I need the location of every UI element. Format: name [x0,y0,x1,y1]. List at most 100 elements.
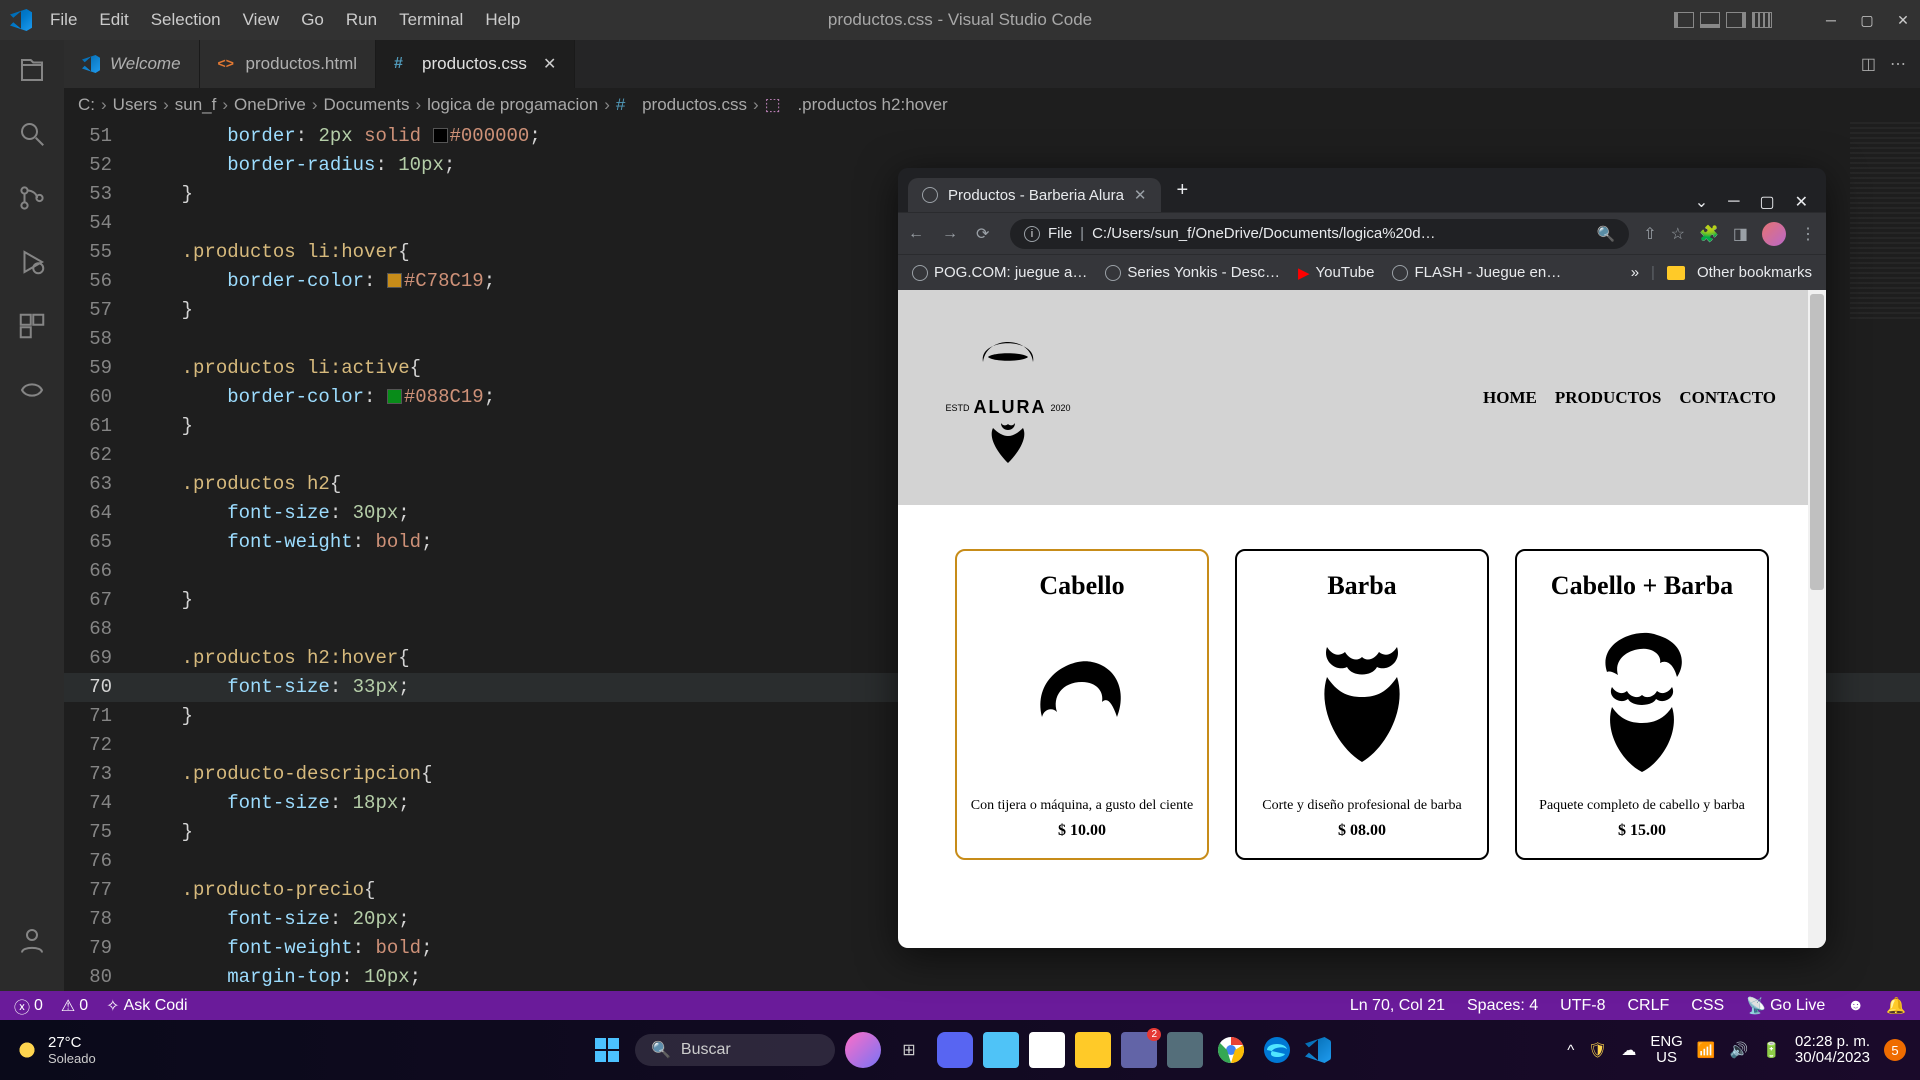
breadcrumb-part[interactable]: OneDrive [234,95,306,115]
status-errors[interactable]: ⓧ 0 [14,994,43,1018]
notepad-icon[interactable] [983,1032,1019,1068]
browser-tab[interactable]: Productos - Barberia Alura ✕ [908,178,1161,212]
page-scrollbar[interactable] [1808,290,1826,948]
bookmark-item[interactable]: FLASH - Juegue en… [1392,264,1561,281]
nav-home[interactable]: HOME [1483,388,1537,408]
bookmark-item[interactable]: POG.COM: juegue a… [912,264,1087,281]
notification-count[interactable]: 5 [1884,1039,1906,1061]
breadcrumb-part[interactable]: logica de progamacion [427,95,598,115]
volume-icon[interactable]: 🔊 [1730,1041,1749,1059]
tab-search-icon[interactable]: ⌄ [1695,192,1708,212]
new-tab-button[interactable]: + [1167,179,1199,202]
product-card[interactable]: BarbaCorte y diseño profesional de barba… [1235,549,1489,860]
breadcrumb[interactable]: C:› Users› sun_f› OneDrive› Documents› l… [64,88,1920,122]
store-icon[interactable] [1029,1032,1065,1068]
extensions-icon[interactable] [16,310,48,342]
copilot-icon[interactable] [845,1032,881,1068]
split-editor-icon[interactable]: ◫ [1861,54,1876,74]
menu-run[interactable]: Run [346,10,377,30]
terminal-icon[interactable] [1167,1032,1203,1068]
browser-close[interactable]: ✕ [1795,192,1808,212]
menu-go[interactable]: Go [301,10,324,30]
tray-security-icon[interactable]: 🛡 [1588,1041,1607,1059]
go-live[interactable]: 📡 Go Live [1746,996,1825,1016]
bookmark-item[interactable]: Series Yonkis - Desc… [1105,264,1280,281]
weather-widget[interactable]: 27°CSoleado [14,1034,96,1066]
minimize-button[interactable]: ─ [1824,13,1838,27]
bookmarks-overflow[interactable]: » [1631,264,1639,281]
bookmark-item[interactable]: ▶YouTube [1298,264,1375,282]
edge-icon[interactable] [1259,1032,1295,1068]
menu-view[interactable]: View [243,10,280,30]
menu-help[interactable]: Help [485,10,520,30]
codi-icon[interactable] [16,374,48,406]
other-bookmarks[interactable]: Other bookmarks [1697,264,1812,281]
nav-contacto[interactable]: CONTACTO [1679,388,1776,408]
site-info-icon[interactable]: i [1024,226,1040,242]
sidepanel-icon[interactable]: ◨ [1733,224,1748,244]
indent-status[interactable]: Spaces: 4 [1467,997,1538,1015]
menu-selection[interactable]: Selection [151,10,221,30]
task-view-icon[interactable]: ⊞ [891,1032,927,1068]
search-icon[interactable] [16,118,48,150]
taskbar-search[interactable]: 🔍Buscar [635,1034,835,1066]
site-logo[interactable]: ESTDALURA2020 [948,327,1068,468]
reload-button[interactable]: ⟳ [976,224,996,244]
chrome-icon[interactable] [1213,1032,1249,1068]
zoom-icon[interactable]: 🔍 [1597,225,1616,243]
omnibox[interactable]: i File | C:/Users/sun_f/OneDrive/Documen… [1010,219,1629,249]
breadcrumb-part[interactable]: Users [113,95,157,115]
menu-edit[interactable]: Edit [99,10,128,30]
bookmark-star-icon[interactable]: ☆ [1671,224,1685,244]
vscode-taskbar-icon[interactable] [1305,1037,1331,1063]
tab-productos-html[interactable]: <> productos.html [200,40,377,88]
breadcrumb-symbol[interactable]: .productos h2:hover [797,95,947,115]
language-indicator[interactable]: ENGUS [1650,1034,1683,1067]
breadcrumb-part[interactable]: Documents [324,95,410,115]
start-button[interactable] [589,1032,625,1068]
menu-terminal[interactable]: Terminal [399,10,463,30]
encoding-status[interactable]: UTF-8 [1560,997,1605,1015]
product-card[interactable]: Cabello + BarbaPaquete completo de cabel… [1515,549,1769,860]
run-debug-icon[interactable] [16,246,48,278]
ask-codi[interactable]: ✧ Ask Codi [106,996,187,1016]
browser-maximize[interactable]: ▢ [1759,192,1774,212]
breadcrumb-part[interactable]: sun_f [175,95,217,115]
minimap[interactable] [1850,122,1920,322]
chat-app-icon[interactable] [937,1032,973,1068]
status-warnings[interactable]: ⚠ 0 [61,996,88,1016]
close-button[interactable]: ✕ [1896,13,1910,27]
menu-file[interactable]: File [50,10,77,30]
explorer-icon[interactable] [16,54,48,86]
battery-icon[interactable]: 🔋 [1762,1041,1781,1059]
close-tab-icon[interactable]: ✕ [1134,186,1147,204]
tray-onedrive-icon[interactable]: ☁ [1621,1041,1636,1059]
product-card[interactable]: CabelloCon tijera o máquina, a gusto del… [955,549,1209,860]
notifications-icon[interactable]: 🔔 [1886,996,1906,1016]
tab-welcome[interactable]: Welcome [64,40,200,88]
feedback-icon[interactable]: ☻ [1847,997,1864,1015]
cursor-position[interactable]: Ln 70, Col 21 [1350,997,1445,1015]
maximize-button[interactable]: ▢ [1860,13,1874,27]
share-icon[interactable]: ⇧ [1643,224,1656,244]
kebab-menu-icon[interactable]: ⋮ [1800,224,1816,244]
language-status[interactable]: CSS [1691,997,1724,1015]
source-control-icon[interactable] [16,182,48,214]
forward-button[interactable]: → [942,225,962,243]
explorer-folder-icon[interactable] [1075,1032,1111,1068]
more-actions-icon[interactable]: ⋯ [1890,54,1906,74]
nav-productos[interactable]: PRODUCTOS [1555,388,1661,408]
layout-toggles[interactable] [1674,12,1772,28]
breadcrumb-part[interactable]: C: [78,95,95,115]
browser-minimize[interactable]: ─ [1728,193,1739,211]
tray-chevron-icon[interactable]: ^ [1567,1042,1574,1059]
teams-icon[interactable]: 2 [1121,1032,1157,1068]
wifi-icon[interactable]: 📶 [1697,1041,1716,1059]
clock[interactable]: 02:28 p. m.30/04/2023 [1795,1034,1870,1067]
eol-status[interactable]: CRLF [1627,997,1669,1015]
extensions-puzzle-icon[interactable]: 🧩 [1699,224,1719,244]
close-tab-icon[interactable]: ✕ [543,54,556,74]
back-button[interactable]: ← [908,225,928,243]
account-icon[interactable] [16,924,48,956]
breadcrumb-file[interactable]: productos.css [642,95,747,115]
